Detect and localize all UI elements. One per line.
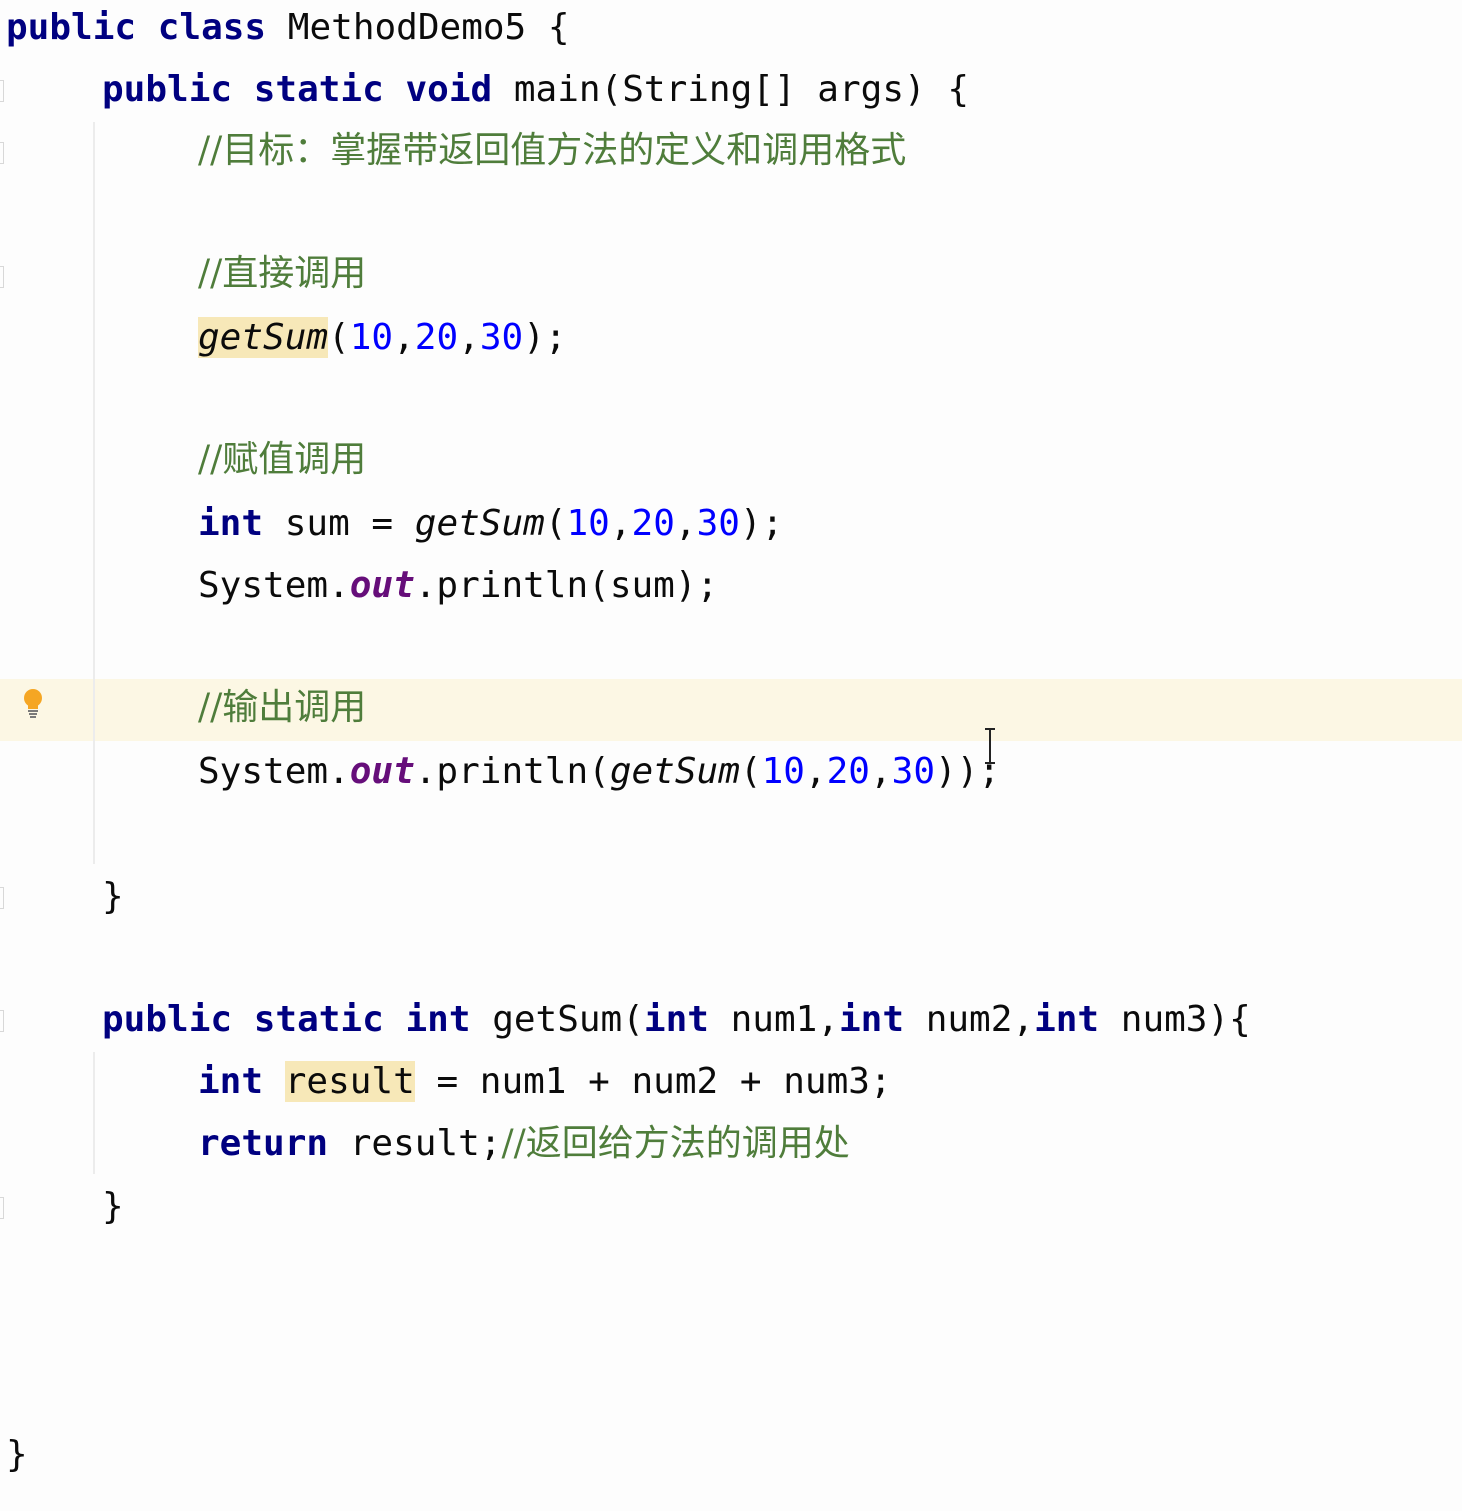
static-field-out: out <box>349 565 415 606</box>
variable-sum: sum = <box>284 503 415 544</box>
code-line-return[interactable]: return result;//返回给方法的调用处 <box>198 1113 850 1175</box>
fold-marker[interactable] <box>0 887 4 909</box>
code-line-main-decl[interactable]: public static void main(String[] args) { <box>102 59 969 121</box>
class-closing-brace[interactable]: } <box>6 1424 28 1486</box>
comma: , <box>674 503 697 544</box>
keyword-public: public <box>102 69 233 110</box>
keyword-int: int <box>838 999 905 1040</box>
keyword-return: return <box>198 1123 329 1164</box>
arg-number: 20 <box>414 317 459 358</box>
arg-number: 30 <box>696 503 740 544</box>
fold-marker[interactable] <box>0 1197 4 1219</box>
getsum-closing-brace[interactable]: } <box>102 1176 124 1238</box>
code-line-result[interactable]: int result = num1 + num2 + num3; <box>198 1051 892 1113</box>
comment-return: //返回给方法的调用处 <box>501 1123 850 1164</box>
return-value: result; <box>328 1123 502 1164</box>
paren: ( <box>544 503 567 544</box>
keyword-int: int <box>198 1061 264 1102</box>
param-num1: num1, <box>708 999 839 1040</box>
sum-expression: = num1 + num2 + num3; <box>414 1061 892 1102</box>
keyword-int: int <box>405 999 471 1040</box>
println-call: .println(sum); <box>414 565 719 606</box>
fold-marker[interactable] <box>0 80 4 102</box>
comment-assign-call[interactable]: //赋值调用 <box>198 429 366 491</box>
comment-print-call[interactable]: //输出调用 <box>198 677 366 739</box>
keyword-public: public <box>6 7 137 48</box>
arg-number: 30 <box>479 317 524 358</box>
println-call: .println( <box>414 751 610 792</box>
arg-number: 10 <box>761 751 805 792</box>
param-num3: num3){ <box>1099 999 1251 1040</box>
comment-goal[interactable]: //目标：掌握带返回值方法的定义和调用格式 <box>198 120 906 182</box>
code-line-getsum-decl[interactable]: public static int getSum(int num1,int nu… <box>102 989 1251 1051</box>
keyword-public: public <box>102 999 233 1040</box>
keyword-int: int <box>643 999 709 1040</box>
comment-direct-call[interactable]: //直接调用 <box>198 243 366 305</box>
method-call-getsum[interactable]: getSum <box>610 751 740 792</box>
comma: , <box>804 751 827 792</box>
method-call-getsum[interactable]: getSum <box>198 317 329 358</box>
code-editor[interactable]: public class MethodDemo5 { public static… <box>0 0 1462 1511</box>
indent-guide-getsum <box>93 1052 95 1174</box>
paren: ( <box>739 751 762 792</box>
paren: ( <box>328 317 350 358</box>
keyword-int: int <box>1034 999 1100 1040</box>
comma: , <box>458 317 480 358</box>
keyword-void: void <box>405 69 493 110</box>
method-name-getsum: getSum( <box>492 999 644 1040</box>
indent-guide-main <box>93 122 95 864</box>
code-line-print-sum[interactable]: System.out.println(sum); <box>198 555 718 617</box>
system-class: System. <box>198 565 350 606</box>
arg-number: 20 <box>826 751 870 792</box>
keyword-static: static <box>253 999 384 1040</box>
keyword-class: class <box>157 7 267 48</box>
arg-number: 10 <box>349 317 394 358</box>
keyword-int: int <box>198 503 264 544</box>
arg-number: 10 <box>566 503 610 544</box>
fold-marker[interactable] <box>0 266 4 288</box>
param-num2: num2, <box>904 999 1035 1040</box>
class-name: MethodDemo5 <box>287 7 527 48</box>
code-line-direct-call[interactable]: getSum(10,20,30); <box>198 307 567 369</box>
main-signature: main(String[] args) { <box>513 69 970 110</box>
code-line-class-decl[interactable]: public class MethodDemo5 { <box>6 0 570 59</box>
arg-number: 30 <box>891 751 936 792</box>
code-line-print-call[interactable]: System.out.println(getSum(10,20,30)); <box>198 741 1000 803</box>
arg-number: 20 <box>631 503 675 544</box>
fold-marker[interactable] <box>0 142 4 164</box>
variable-result[interactable]: result <box>284 1061 415 1102</box>
static-field-out: out <box>349 751 415 792</box>
paren-semicolon: ); <box>523 317 567 358</box>
code-line-assign-call[interactable]: int sum = getSum(10,20,30); <box>198 493 783 555</box>
system-class: System. <box>198 751 350 792</box>
paren-semicolon: ); <box>739 503 784 544</box>
comma: , <box>393 317 415 358</box>
keyword-static: static <box>253 69 384 110</box>
fold-marker[interactable] <box>0 1010 4 1032</box>
comma: , <box>869 751 892 792</box>
main-closing-brace[interactable]: } <box>102 866 124 928</box>
method-call-getsum[interactable]: getSum <box>415 503 545 544</box>
comma: , <box>609 503 632 544</box>
text-cursor-icon <box>985 728 995 764</box>
brace: { <box>547 7 570 48</box>
intention-bulb-icon[interactable] <box>21 688 45 720</box>
